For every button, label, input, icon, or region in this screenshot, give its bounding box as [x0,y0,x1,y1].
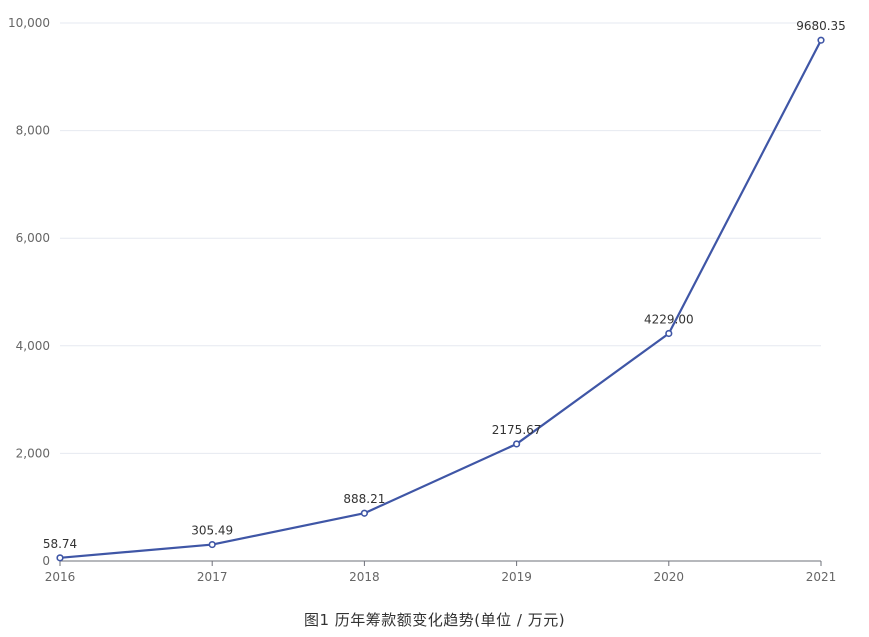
y-tick-label: 8,000 [16,124,50,138]
x-tick-label: 2018 [349,570,380,584]
x-tick-label: 2021 [806,570,837,584]
x-tick-label: 2020 [654,570,685,584]
data-label: 2175.67 [492,423,542,437]
gridlines [60,22,821,454]
line-chart: 0 2,000 4,000 6,000 8,000 10,000 2016 2017 2018 2… [8,16,846,584]
data-point [56,554,64,562]
chart-container: 0 2,000 4,000 6,000 8,000 10,000 2016 2017 2018 2… [0,0,869,637]
data-labels: 58.74 305.49 888.21 2175.67 4229.00 9680.35 [43,19,846,551]
axes: 0 2,000 4,000 6,000 8,000 10,000 2016 2017 2018 2… [8,16,836,584]
data-label: 305.49 [191,524,233,538]
data-label: 888.21 [343,492,385,506]
data-label: 4229.00 [644,312,694,326]
data-point [512,440,521,448]
y-tick-label: 0 [42,554,50,568]
x-tick-label: 2017 [197,570,228,584]
data-point [208,540,216,549]
x-tick-label: 2019 [501,570,532,584]
data-label: 9680.35 [796,19,846,33]
chart-title: 图1 历年筹款额变化趋势(单位 / 万元) [303,611,566,629]
data-point [665,329,673,338]
y-tick-label: 4,000 [16,339,50,353]
y-tick-label: 10,000 [8,16,50,30]
data-label: 58.74 [43,537,77,551]
y-tick-label: 6,000 [16,231,50,245]
x-tick-label: 2016 [45,570,76,584]
data-point [360,509,369,517]
y-tick-label: 2,000 [16,446,50,460]
series-line [59,39,822,559]
series-line-group [56,36,825,562]
data-point [817,36,825,44]
